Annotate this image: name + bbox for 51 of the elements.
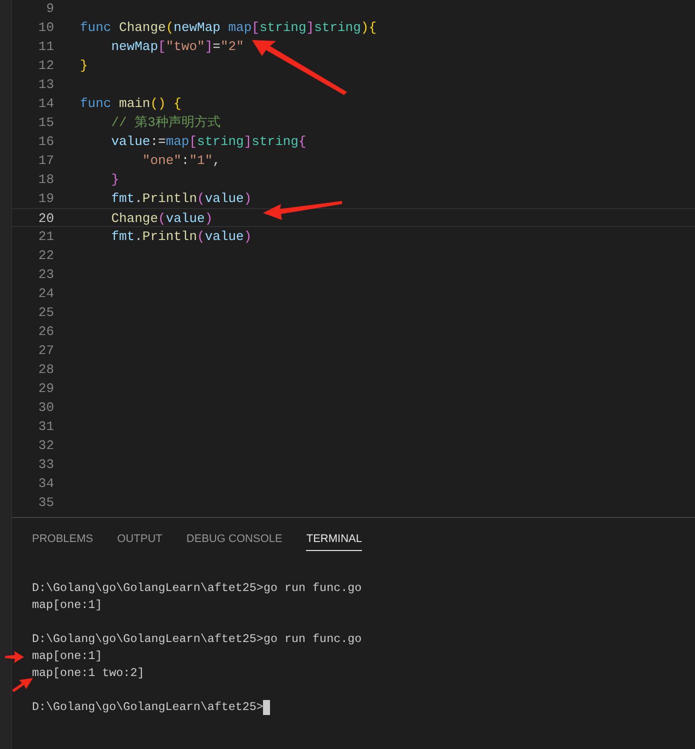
line-number: 24 xyxy=(37,285,54,303)
line-number: 11 xyxy=(37,38,54,56)
line-number: 17 xyxy=(37,152,54,170)
annotation-arrow xyxy=(12,678,33,692)
line-number: 10 xyxy=(37,19,54,37)
line-number: 21 xyxy=(37,228,54,246)
code-line: fmt.Println(value) xyxy=(110,190,252,208)
line-number: 35 xyxy=(37,494,54,512)
panel-tab[interactable]: TERMINAL xyxy=(306,529,362,551)
terminal-line: map[one:1] xyxy=(32,597,102,614)
terminal-line: map[one:1 two:2] xyxy=(32,665,144,682)
line-number: 31 xyxy=(37,418,54,436)
code-line: // 第3种声明方式 xyxy=(110,114,220,132)
line-number: 16 xyxy=(37,133,54,151)
code-line: newMap["two"]="2" xyxy=(110,38,244,56)
line-number: 15 xyxy=(37,114,54,132)
line-number: 23 xyxy=(37,266,54,284)
code-line: func main() { xyxy=(80,95,182,113)
line-number: 30 xyxy=(37,399,54,417)
panel-tab[interactable]: PROBLEMS xyxy=(32,529,94,551)
line-number: 26 xyxy=(37,323,54,341)
line-number: 25 xyxy=(37,304,54,322)
terminal-line: map[one:1] xyxy=(32,648,102,665)
terminal-line: D:\Golang\go\GolangLearn\aftet25> xyxy=(32,699,264,716)
code-line: value:=map[string]string{ xyxy=(110,133,306,151)
panel-tab[interactable]: OUTPUT xyxy=(117,529,162,551)
code-line: "one":"1", xyxy=(141,152,220,170)
line-number: 9 xyxy=(45,0,54,18)
line-number: 27 xyxy=(37,342,54,360)
line-number: 19 xyxy=(37,190,54,208)
terminal-line: D:\Golang\go\GolangLearn\aftet25>go run func.go xyxy=(32,631,362,648)
line-number: 12 xyxy=(37,57,54,75)
line-number: 29 xyxy=(37,380,54,398)
terminal-line: D:\Golang\go\GolangLearn\aftet25>go run func.go xyxy=(32,580,362,597)
code-line: } xyxy=(110,171,120,189)
line-number: 13 xyxy=(37,76,54,94)
code-line: func Change(newMap map[string]string){ xyxy=(80,19,377,37)
line-number: 20 xyxy=(37,210,54,226)
code-line: } xyxy=(80,57,88,75)
terminal-cursor xyxy=(263,700,270,715)
line-number: 28 xyxy=(37,361,54,379)
annotation-arrow xyxy=(5,651,24,663)
code-line: fmt.Println(value) xyxy=(110,228,252,246)
code-line: Change(value) xyxy=(110,210,213,226)
line-number: 33 xyxy=(37,456,54,474)
line-number: 34 xyxy=(37,475,54,493)
panel-tab[interactable]: DEBUG CONSOLE xyxy=(186,529,282,551)
line-number: 32 xyxy=(37,437,54,455)
line-number: 14 xyxy=(37,95,54,113)
line-number: 22 xyxy=(37,247,54,265)
line-number: 18 xyxy=(37,171,54,189)
